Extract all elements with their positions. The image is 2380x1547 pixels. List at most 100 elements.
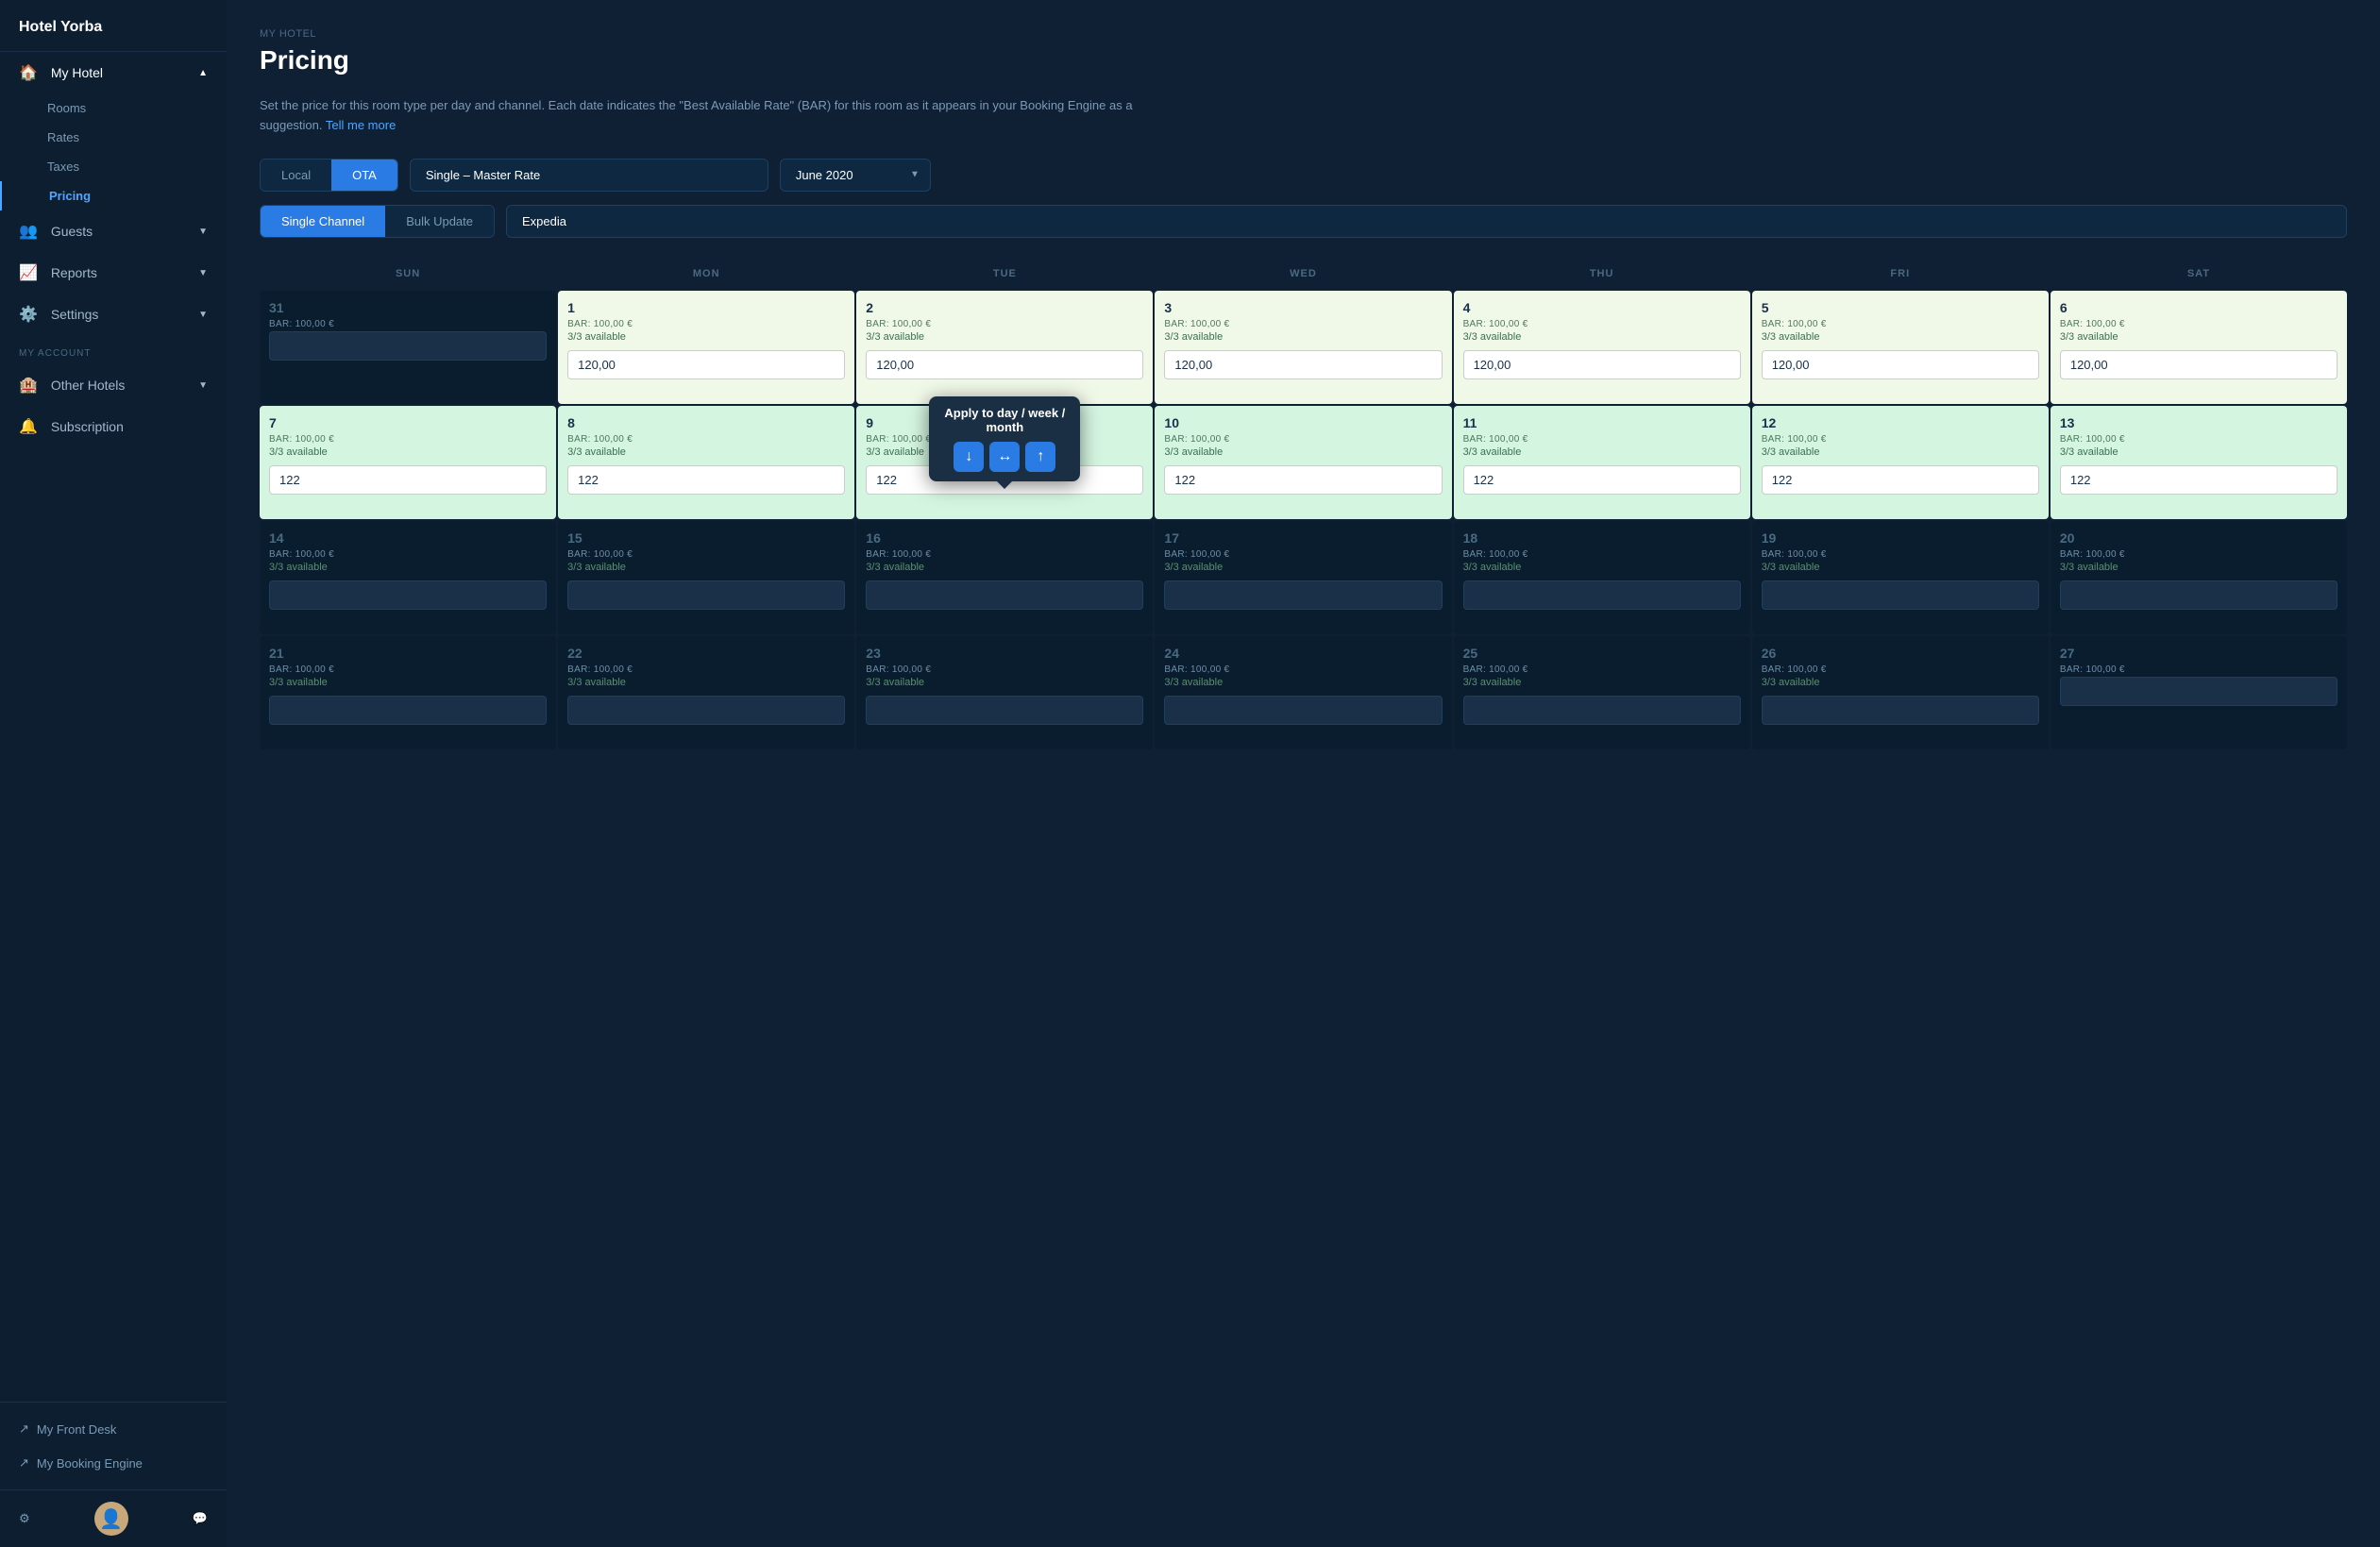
sidebar-item-reports[interactable]: 📈 Reports ▼	[0, 252, 227, 294]
rate-select[interactable]	[410, 159, 768, 192]
tooltip-btn-down[interactable]: ↓	[954, 442, 984, 472]
day-number: 2	[866, 300, 1143, 315]
day-number: 21	[269, 646, 547, 661]
chat-icon[interactable]: 💬	[193, 1511, 208, 1526]
bar-rate: BAR: 100,00 €	[1762, 319, 2039, 329]
bar-rate: BAR: 100,00 €	[1463, 664, 1741, 675]
availability: 3/3 available	[269, 562, 547, 573]
bar-rate: BAR: 100,00 €	[2060, 549, 2338, 560]
day-number: 8	[567, 415, 845, 430]
day-number: 15	[567, 530, 845, 546]
bar-rate: BAR: 100,00 €	[1164, 549, 1442, 560]
calendar-day-header: TUE	[856, 261, 1153, 287]
reports-icon: 📈	[19, 265, 38, 281]
account-label: MY ACCOUNT	[0, 335, 227, 364]
price-input[interactable]	[1762, 696, 2039, 725]
price-input[interactable]	[567, 580, 845, 610]
controls-row-1: Local OTA June 2020	[260, 159, 2347, 192]
booking-engine-link[interactable]: ↗ My Booking Engine	[19, 1446, 208, 1480]
price-input[interactable]	[269, 696, 547, 725]
home-icon: 🏠	[19, 65, 38, 81]
bar-rate: BAR: 100,00 €	[269, 434, 547, 445]
availability: 3/3 available	[1762, 446, 2039, 458]
single-channel-button[interactable]: Single Channel	[261, 206, 385, 237]
sidebar-item-subscription[interactable]: 🔔 Subscription	[0, 406, 227, 447]
price-input[interactable]	[1164, 580, 1442, 610]
bar-rate: BAR: 100,00 €	[1463, 319, 1741, 329]
sidebar-item-rates[interactable]: Rates	[0, 123, 227, 152]
price-input[interactable]	[567, 696, 845, 725]
day-number: 5	[1762, 300, 2039, 315]
price-input[interactable]	[1762, 580, 2039, 610]
bar-rate: BAR: 100,00 €	[1164, 434, 1442, 445]
day-number: 1	[567, 300, 845, 315]
price-input[interactable]	[1463, 350, 1741, 379]
price-input[interactable]	[269, 465, 547, 495]
day-number: 27	[2060, 646, 2338, 661]
sidebar-item-other-hotels[interactable]: 🏨 Other Hotels ▼	[0, 364, 227, 406]
availability: 3/3 available	[1463, 331, 1741, 343]
calendar-day-header: THU	[1454, 261, 1750, 287]
bar-rate: BAR: 100,00 €	[866, 664, 1143, 675]
bar-rate: BAR: 100,00 €	[1762, 434, 2039, 445]
price-input[interactable]	[866, 580, 1143, 610]
bar-rate: BAR: 100,00 €	[567, 664, 845, 675]
day-number: 7	[269, 415, 547, 430]
price-input[interactable]	[1164, 696, 1442, 725]
month-select[interactable]: June 2020	[780, 159, 931, 192]
sidebar-item-guests[interactable]: 👥 Guests ▼	[0, 210, 227, 252]
price-input[interactable]	[2060, 580, 2338, 610]
day-number: 16	[866, 530, 1143, 546]
calendar-cell: 23BAR: 100,00 €3/3 available	[856, 636, 1153, 749]
sidebar-item-settings[interactable]: ⚙️ Settings ▼	[0, 294, 227, 335]
tooltip-btn-arrows[interactable]: ↔	[989, 442, 1020, 472]
calendar-header: SUNMONTUEWEDTHUFRISAT	[260, 261, 2347, 287]
calendar-day-header: WED	[1155, 261, 1451, 287]
price-input[interactable]	[269, 331, 547, 361]
bar-rate: BAR: 100,00 €	[2060, 319, 2338, 329]
price-input[interactable]	[567, 465, 845, 495]
day-number: 4	[1463, 300, 1741, 315]
price-input[interactable]	[1164, 465, 1442, 495]
price-input[interactable]	[2060, 465, 2338, 495]
sidebar-bottom-icons: ⚙	[19, 1511, 30, 1526]
bar-rate: BAR: 100,00 €	[1762, 549, 2039, 560]
tell-me-more-link[interactable]: Tell me more	[326, 118, 396, 132]
month-select-wrap: June 2020	[780, 159, 931, 192]
calendar-cell: 10BAR: 100,00 €3/3 available	[1155, 406, 1451, 519]
price-input[interactable]	[2060, 677, 2338, 706]
tooltip-btn-up[interactable]: ↑	[1025, 442, 1055, 472]
price-input[interactable]	[1762, 350, 2039, 379]
sidebar-item-my-hotel[interactable]: 🏠 My Hotel ▲	[0, 52, 227, 93]
price-input[interactable]	[1762, 465, 2039, 495]
calendar-cell: 18BAR: 100,00 €3/3 available	[1454, 521, 1750, 634]
price-input[interactable]	[2060, 350, 2338, 379]
bulk-update-button[interactable]: Bulk Update	[385, 206, 494, 237]
calendar-cell: 15BAR: 100,00 €3/3 available	[558, 521, 854, 634]
price-input[interactable]	[1463, 696, 1741, 725]
ota-button[interactable]: OTA	[331, 160, 397, 191]
calendar-cell: 20BAR: 100,00 €3/3 available	[2051, 521, 2347, 634]
sidebar-item-taxes[interactable]: Taxes	[0, 152, 227, 181]
sidebar-footer: ↗ My Front Desk ↗ My Booking Engine	[0, 1402, 227, 1489]
calendar-day-header: SAT	[2051, 261, 2347, 287]
price-input[interactable]	[269, 580, 547, 610]
sidebar-item-rooms[interactable]: Rooms	[0, 93, 227, 123]
calendar-cell: 3BAR: 100,00 €3/3 available	[1155, 291, 1451, 404]
chevron-down-icon-other: ▼	[198, 380, 208, 391]
price-input[interactable]	[866, 696, 1143, 725]
price-input[interactable]	[1164, 350, 1442, 379]
calendar-cell: 17BAR: 100,00 €3/3 available	[1155, 521, 1451, 634]
channel-display: Expedia	[506, 205, 2347, 238]
calendar-cell: 12BAR: 100,00 €3/3 available	[1752, 406, 2049, 519]
local-button[interactable]: Local	[261, 160, 331, 191]
price-input[interactable]	[567, 350, 845, 379]
price-input[interactable]	[1463, 465, 1741, 495]
sidebar-item-pricing[interactable]: Pricing	[0, 181, 227, 210]
price-input[interactable]	[1463, 580, 1741, 610]
tooltip-title: Apply to day / week / month	[940, 406, 1069, 434]
settings-bottom-icon[interactable]: ⚙	[19, 1511, 30, 1526]
front-desk-link[interactable]: ↗ My Front Desk	[19, 1412, 208, 1446]
price-input[interactable]	[866, 350, 1143, 379]
bar-rate: BAR: 100,00 €	[567, 319, 845, 329]
